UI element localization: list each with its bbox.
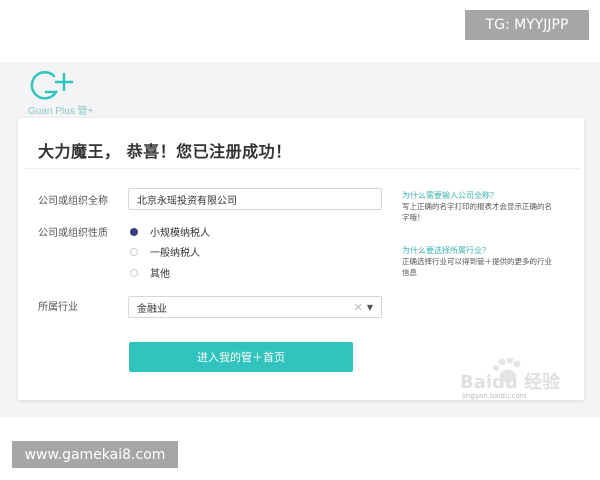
page-title: 大力魔王， 恭喜！您已注册成功！ [38, 142, 292, 161]
caret-down-icon[interactable]: ▼ [367, 303, 373, 312]
org-name-label: 公司或组织全称 [38, 196, 108, 207]
radio-label: 小规模纳税人 [150, 228, 210, 239]
radio-label: 其他 [150, 269, 170, 280]
brand-name: Guan Plus 管+ [28, 106, 94, 117]
industry-value: 金融业 [137, 303, 167, 315]
help-answer-org-name: 写上正确的名字打印的报表才会显示正确的名字哦！ [402, 202, 552, 222]
title-divider [24, 168, 580, 169]
radio-button[interactable] [130, 268, 138, 277]
site-url-badge: www.gamekai8.com [12, 441, 178, 468]
radio-label: 一般纳税人 [150, 248, 200, 259]
close-icon[interactable]: ✕ [354, 301, 363, 314]
radio-button-selected[interactable] [130, 227, 138, 236]
radio-button[interactable] [130, 247, 138, 256]
radio-option-small-taxpayer[interactable]: 小规模纳税人 [130, 224, 210, 239]
help-answer-industry: 正确选择行业可以得到管＋提供的更多的行业信息 [402, 257, 552, 277]
org-name-input[interactable]: 北京永瑶投资有限公司 [128, 188, 382, 210]
help-question-industry[interactable]: 为什么要选择所属行业？ [402, 245, 490, 256]
industry-select[interactable]: 金融业 ✕ ▼ [128, 296, 382, 318]
radio-option-general-taxpayer[interactable]: 一般纳税人 [130, 244, 200, 259]
baidu-watermark-url: jingyan.baidu.com [462, 392, 527, 400]
enter-home-button[interactable]: 进入我的管＋首页 [129, 342, 353, 372]
radio-option-other[interactable]: 其他 [130, 265, 170, 280]
org-type-label: 公司或组织性质 [38, 228, 108, 239]
tg-badge: TG: MYYJJPP [465, 10, 589, 40]
baidu-watermark-text: Baidu 经验 [460, 371, 561, 393]
org-name-value: 北京永瑶投资有限公司 [137, 195, 237, 207]
help-question-org-name[interactable]: 为什么需要输入公司全称？ [402, 190, 498, 201]
industry-label: 所属行业 [38, 302, 78, 313]
